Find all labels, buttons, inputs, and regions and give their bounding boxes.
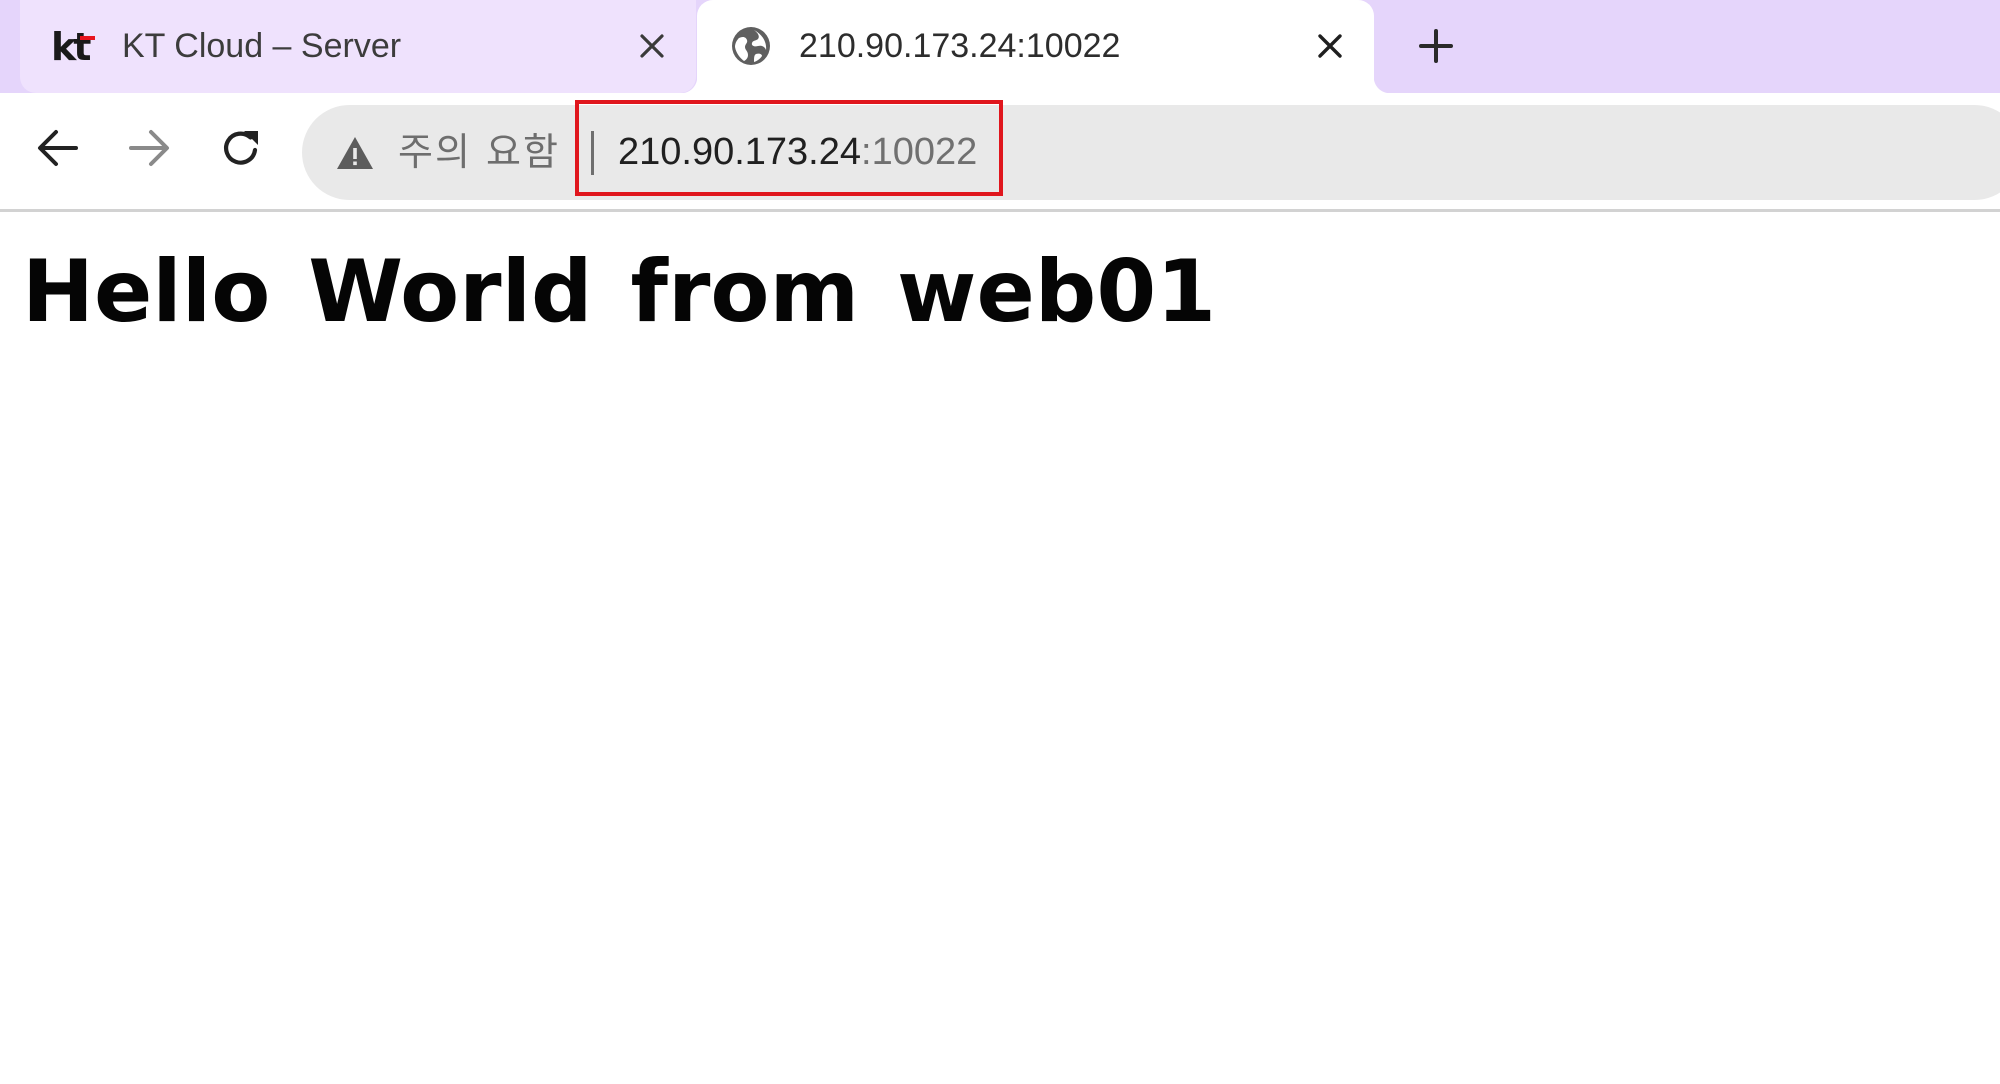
tab-title: 210.90.173.24:10022 — [799, 27, 1121, 65]
forward-button[interactable] — [121, 120, 177, 176]
kt-logo-icon: kt — [50, 24, 98, 68]
tab-strip: kt KT Cloud – Server 210.90.173.24:10022 — [0, 0, 2000, 93]
close-icon — [1318, 34, 1342, 58]
tab-title: KT Cloud – Server — [122, 27, 402, 65]
new-tab-button[interactable] — [1412, 22, 1460, 70]
kt-logo-text: kt — [51, 25, 91, 68]
close-icon — [640, 34, 664, 58]
reload-button[interactable] — [213, 120, 269, 176]
security-status-label[interactable]: 주의 요함 — [398, 105, 560, 200]
page-content: Hello World from web01 — [0, 212, 2000, 1084]
reload-icon — [224, 131, 258, 165]
close-tab-button[interactable] — [632, 26, 672, 66]
globe-icon — [727, 24, 775, 68]
arrow-left-icon — [38, 130, 78, 166]
plus-icon — [1419, 29, 1453, 63]
url-text[interactable]: 210.90.173.24:10022 — [618, 105, 977, 200]
tab-active-page[interactable]: 210.90.173.24:10022 — [681, 0, 1390, 93]
toolbar: 주의 요함 210.90.173.24:10022 — [0, 93, 2000, 212]
tab-kt-cloud-server[interactable]: kt KT Cloud – Server — [20, 0, 696, 93]
browser-window: kt KT Cloud – Server 210.90.173.24:10022… — [0, 0, 2000, 1084]
arrow-right-icon — [129, 130, 169, 166]
address-separator — [591, 131, 594, 175]
page-heading: Hello World from web01 — [22, 242, 1217, 342]
url-port: :10022 — [861, 131, 978, 173]
back-button[interactable] — [30, 120, 86, 176]
url-host: 210.90.173.24 — [618, 131, 862, 173]
address-bar[interactable]: 주의 요함 210.90.173.24:10022 — [302, 105, 2000, 200]
warning-triangle-icon[interactable] — [335, 135, 375, 171]
close-tab-button[interactable] — [1310, 26, 1350, 66]
